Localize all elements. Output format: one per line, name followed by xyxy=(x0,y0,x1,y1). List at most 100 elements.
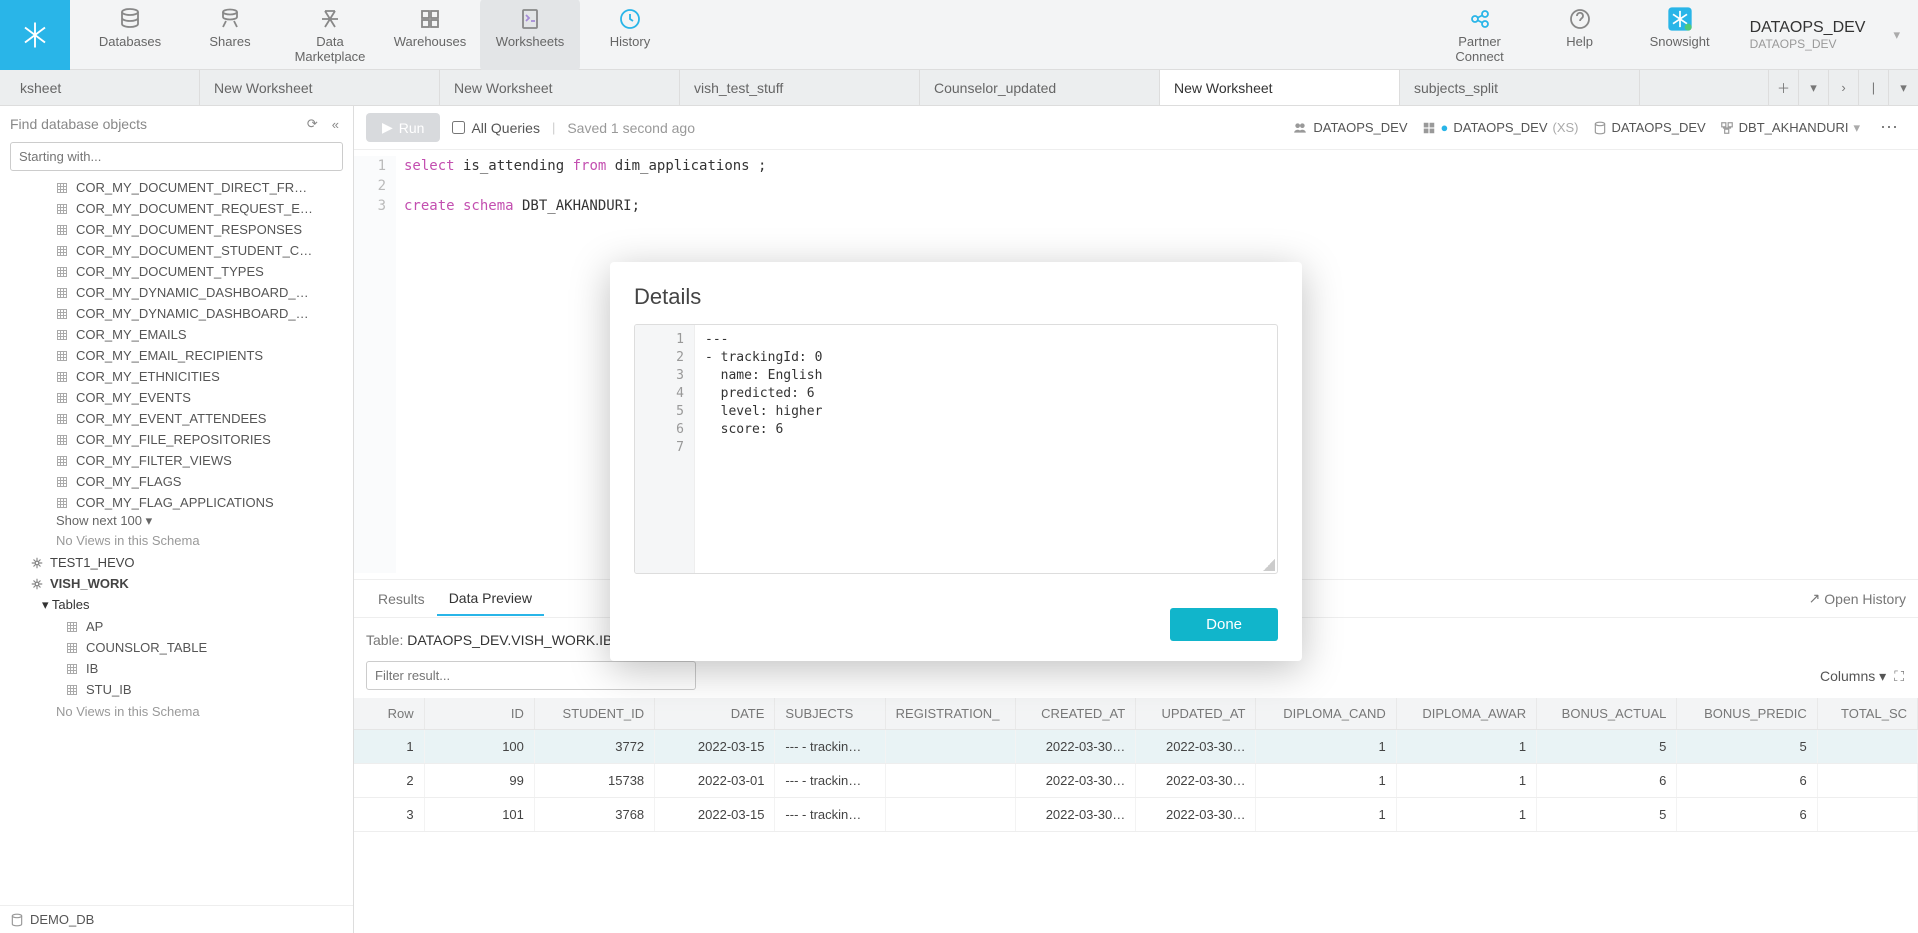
tree-table-item[interactable]: COR_MY_DOCUMENT_DIRECT_FR… xyxy=(6,177,347,198)
nav-help[interactable]: Help xyxy=(1530,0,1630,72)
column-header[interactable]: DATE xyxy=(655,698,775,730)
refresh-icon[interactable]: ⟳ xyxy=(303,114,322,134)
done-button[interactable]: Done xyxy=(1170,608,1278,641)
tab-results[interactable]: Results xyxy=(366,583,437,615)
footer-db-label: DEMO_DB xyxy=(30,912,94,927)
columns-dropdown[interactable]: Columns ▾ xyxy=(1820,668,1886,685)
table-icon xyxy=(56,182,70,194)
tree-table-item[interactable]: STU_IB xyxy=(6,679,347,700)
subjects-cell[interactable]: --- - trackin… xyxy=(775,764,885,798)
tree-table-item[interactable]: COR_MY_EVENT_ATTENDEES xyxy=(6,408,347,429)
nav-warehouses[interactable]: Warehouses xyxy=(380,0,480,72)
tree-table-item[interactable]: COR_MY_FLAGS xyxy=(6,471,347,492)
column-header[interactable]: TOTAL_SC xyxy=(1817,698,1917,730)
tabs-divider: | xyxy=(1858,70,1888,106)
table-row[interactable]: 110037722022-03-15--- - trackin…2022-03-… xyxy=(354,730,1918,764)
table-icon xyxy=(56,476,70,488)
worksheet-tab[interactable]: vish_test_stuff xyxy=(680,70,920,105)
saved-status: Saved 1 second ago xyxy=(567,120,695,136)
nav-worksheets[interactable]: Worksheets xyxy=(480,0,580,72)
worksheet-tab[interactable]: Counselor_updated xyxy=(920,70,1160,105)
tree-table-item[interactable]: IB xyxy=(6,658,347,679)
tree-table-item[interactable]: COR_MY_EMAILS xyxy=(6,324,347,345)
nav-snowsight[interactable]: Snowsight xyxy=(1630,0,1730,72)
context-warehouse[interactable]: ● DATAOPS_DEV (XS) xyxy=(1422,120,1579,135)
worksheet-tab[interactable]: ksheet xyxy=(0,70,200,105)
sidebar-footer-db[interactable]: DEMO_DB xyxy=(0,905,353,933)
column-header[interactable]: BONUS_ACTUAL xyxy=(1537,698,1677,730)
tree-table-item[interactable]: COR_MY_FILE_REPOSITORIES xyxy=(6,429,347,450)
tab-data-preview[interactable]: Data Preview xyxy=(437,582,544,616)
tree-table-item[interactable]: COR_MY_DOCUMENT_REQUEST_E… xyxy=(6,198,347,219)
nav-data-marketplace[interactable]: Data Marketplace xyxy=(280,0,380,72)
tree-table-item[interactable]: AP xyxy=(6,616,347,637)
tree-note: No Views in this Schema xyxy=(6,529,347,552)
snowflake-logo[interactable] xyxy=(0,0,70,70)
column-header[interactable]: ID xyxy=(424,698,534,730)
tree-table-item[interactable]: COUNSLOR_TABLE xyxy=(6,637,347,658)
column-header[interactable]: UPDATED_AT xyxy=(1136,698,1256,730)
worksheet-tab[interactable]: New Worksheet xyxy=(200,70,440,105)
tab-menu-button[interactable]: ▾ xyxy=(1798,70,1828,106)
toolbar-more-button[interactable]: ⋯ xyxy=(1874,115,1906,140)
tree-table-item[interactable]: COR_MY_DOCUMENT_STUDENT_C… xyxy=(6,240,347,261)
context-schema[interactable]: DBT_AKHANDURI ▾ xyxy=(1720,120,1860,136)
run-button[interactable]: ▶ Run xyxy=(366,113,440,142)
tree-table-item[interactable]: COR_MY_FLAG_APPLICATIONS xyxy=(6,492,347,513)
nav-databases[interactable]: Databases xyxy=(80,0,180,72)
resize-grip[interactable] xyxy=(1263,559,1275,571)
worksheet-tab[interactable]: subjects_split xyxy=(1400,70,1640,105)
collapse-sidebar-icon[interactable]: « xyxy=(328,115,343,134)
fullscreen-icon[interactable]: ⛶ xyxy=(1894,668,1904,685)
object-tree[interactable]: COR_MY_DOCUMENT_DIRECT_FR…COR_MY_DOCUMEN… xyxy=(0,177,353,905)
worksheet-tab[interactable]: New Worksheet xyxy=(440,70,680,105)
column-header[interactable]: Row xyxy=(354,698,424,730)
tree-note: No Views in this Schema xyxy=(6,700,347,723)
table-icon xyxy=(66,684,80,696)
scroll-tabs-right-button[interactable]: › xyxy=(1828,70,1858,106)
modal-code-view[interactable]: 1234567 ---- trackingId: 0 name: English… xyxy=(634,324,1278,574)
table-icon xyxy=(56,266,70,278)
tree-table-item[interactable]: COR_MY_DOCUMENT_RESPONSES xyxy=(6,219,347,240)
context-database[interactable]: DATAOPS_DEV xyxy=(1593,120,1706,135)
show-next-button[interactable]: Show next 100 ▾ xyxy=(6,513,347,529)
table-row[interactable]: 299157382022-03-01--- - trackin…2022-03-… xyxy=(354,764,1918,798)
subjects-cell[interactable]: --- - trackin… xyxy=(775,730,885,764)
tree-table-item[interactable]: COR_MY_EVENTS xyxy=(6,387,347,408)
column-header[interactable]: REGISTRATION_ xyxy=(885,698,1015,730)
table-row[interactable]: 310137682022-03-15--- - trackin…2022-03-… xyxy=(354,798,1918,832)
all-queries-checkbox[interactable]: All Queries xyxy=(452,120,539,136)
table-icon xyxy=(66,663,80,675)
tree-table-item[interactable]: COR_MY_ETHNICITIES xyxy=(6,366,347,387)
open-history-button[interactable]: ↗ Open History xyxy=(1809,590,1906,607)
add-tab-button[interactable]: ＋ xyxy=(1768,70,1798,106)
nav-partner-connect[interactable]: Partner Connect xyxy=(1430,0,1530,72)
tree-table-item[interactable]: COR_MY_DYNAMIC_DASHBOARD_… xyxy=(6,282,347,303)
tree-table-item[interactable]: COR_MY_FILTER_VIEWS xyxy=(6,450,347,471)
column-header[interactable]: STUDENT_ID xyxy=(534,698,654,730)
chevron-down-icon[interactable]: ▾ xyxy=(1885,27,1908,43)
context-role[interactable]: DATAOPS_DEV xyxy=(1292,120,1407,135)
tree-table-item[interactable]: COR_MY_DOCUMENT_TYPES xyxy=(6,261,347,282)
subjects-cell[interactable]: --- - trackin… xyxy=(775,798,885,832)
column-header[interactable]: DIPLOMA_CAND xyxy=(1256,698,1396,730)
tree-section-header[interactable]: ▾ Tables xyxy=(6,594,347,616)
help-icon xyxy=(1534,6,1626,32)
table-label: Table: DATAOPS_DEV.VISH_WORK.IB xyxy=(366,632,612,648)
all-queries-input[interactable] xyxy=(452,121,465,134)
column-header[interactable]: DIPLOMA_AWAR xyxy=(1396,698,1536,730)
filter-result-input[interactable] xyxy=(366,661,696,690)
account-menu[interactable]: DATAOPS_DEV DATAOPS_DEV xyxy=(1730,19,1886,51)
worksheet-tab[interactable]: New Worksheet xyxy=(1160,70,1400,105)
object-search-input[interactable] xyxy=(10,142,343,171)
column-header[interactable]: BONUS_PREDIC xyxy=(1677,698,1817,730)
tree-schema-item[interactable]: TEST1_HEVO xyxy=(6,552,347,573)
tree-schema-item[interactable]: VISH_WORK xyxy=(6,573,347,594)
column-header[interactable]: SUBJECTS xyxy=(775,698,885,730)
column-header[interactable]: CREATED_AT xyxy=(1015,698,1135,730)
tree-table-item[interactable]: COR_MY_DYNAMIC_DASHBOARD_… xyxy=(6,303,347,324)
nav-shares[interactable]: Shares xyxy=(180,0,280,72)
tree-table-item[interactable]: COR_MY_EMAIL_RECIPIENTS xyxy=(6,345,347,366)
tabs-more-button[interactable]: ▾ xyxy=(1888,70,1918,106)
nav-history[interactable]: History xyxy=(580,0,680,72)
